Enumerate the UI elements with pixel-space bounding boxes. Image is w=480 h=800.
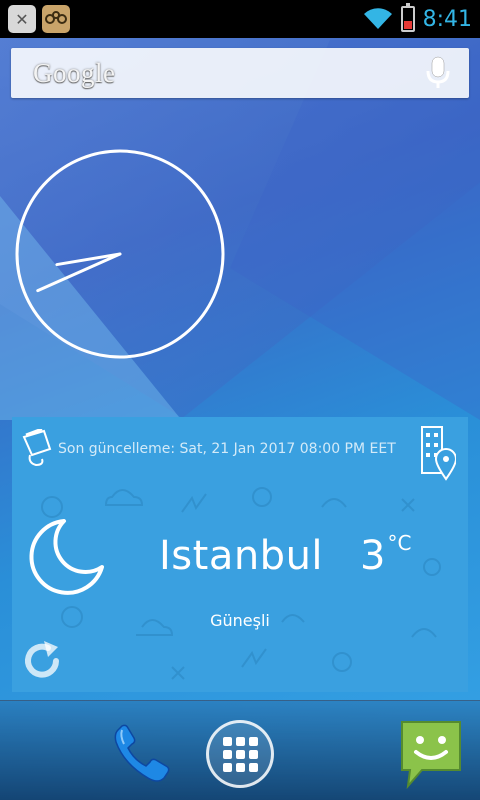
moon-icon <box>29 519 104 595</box>
wifi-icon <box>363 8 392 29</box>
messaging-icon[interactable] <box>398 718 464 790</box>
google-search-bar[interactable]: Google <box>11 48 469 98</box>
weather-condition: Güneşli <box>210 611 270 630</box>
last-update: Son güncelleme: Sat, 21 Jan 2017 08:00 P… <box>22 429 396 469</box>
phone-icon[interactable] <box>108 720 176 788</box>
last-update-text: Son güncelleme: Sat, 21 Jan 2017 08:00 P… <box>58 441 396 457</box>
microphone-icon[interactable] <box>425 56 451 90</box>
temperature-unit: °C <box>387 531 412 555</box>
app-drawer-button[interactable] <box>206 720 274 788</box>
city-name: Istanbul <box>159 533 324 579</box>
analog-clock-widget[interactable] <box>14 148 226 360</box>
google-logo: Google <box>33 57 116 88</box>
status-time: 8:41 <box>422 6 472 32</box>
temperature: 3 °C <box>360 531 412 579</box>
status-bar[interactable]: ✕ 8:41 <box>0 0 480 38</box>
temperature-value: 3 <box>360 533 386 579</box>
refresh-icon[interactable] <box>20 639 64 683</box>
bug-icon[interactable] <box>42 5 70 33</box>
weather-widget[interactable]: Son güncelleme: Sat, 21 Jan 2017 08:00 P… <box>12 417 468 692</box>
close-icon[interactable]: ✕ <box>8 5 36 33</box>
battery-icon <box>400 3 415 32</box>
city-location-icon[interactable] <box>420 425 456 481</box>
bucket-icon[interactable] <box>22 429 56 469</box>
